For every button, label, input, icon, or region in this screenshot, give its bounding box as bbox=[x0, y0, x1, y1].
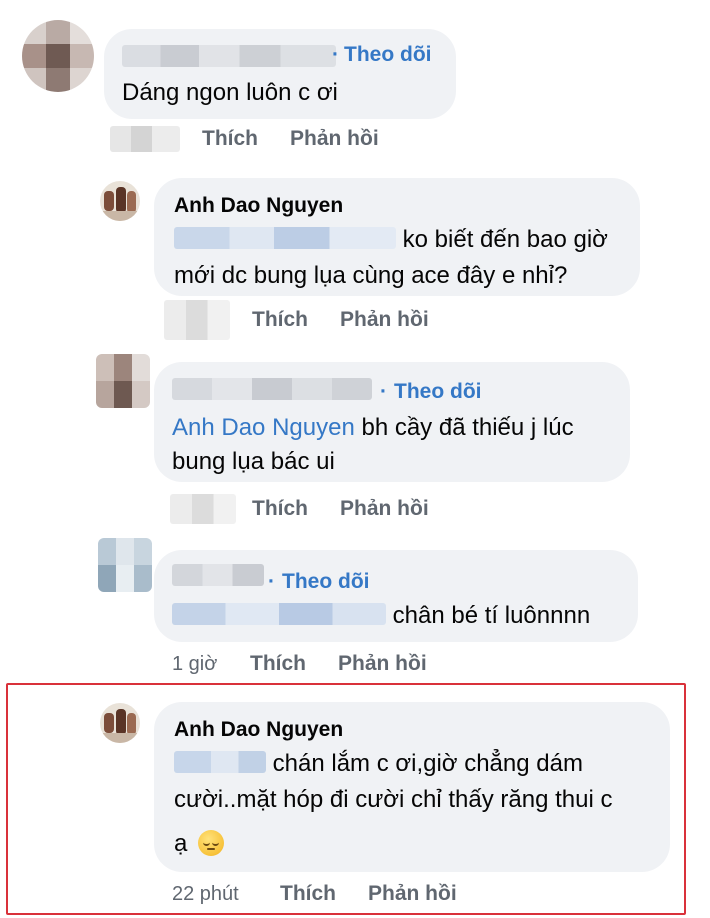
comment-bubble: · Theo dõi Dáng ngon luôn c ơi bbox=[104, 29, 456, 119]
mention-link[interactable] bbox=[172, 603, 386, 625]
comment-bubble: Anh Dao Nguyen chán lắm c ơi,giờ chẳng d… bbox=[154, 702, 670, 872]
follow-button[interactable]: Theo dõi bbox=[282, 570, 370, 594]
author-name[interactable] bbox=[172, 378, 372, 400]
comment-text: chán lắm c ơi,giờ chẳng dám bbox=[174, 746, 583, 782]
comment-bubble: Anh Dao Nguyen ko biết đến bao giờ mới d… bbox=[154, 178, 640, 296]
like-button[interactable]: Thích bbox=[250, 652, 306, 676]
author-name[interactable] bbox=[122, 45, 336, 67]
separator-dot: · bbox=[268, 570, 275, 593]
comment-text-line: bung lụa bác ui bbox=[172, 448, 335, 475]
timestamp[interactable]: 22 phút bbox=[172, 883, 239, 906]
author-name[interactable]: Anh Dao Nguyen bbox=[174, 194, 343, 218]
comment-text: Anh Dao Nguyen bh cầy đã thiếu j lúc bbox=[172, 414, 574, 441]
reply-button[interactable]: Phản hồi bbox=[368, 882, 457, 906]
mention-link[interactable] bbox=[174, 227, 396, 249]
comment-bubble: · Theo dõi Anh Dao Nguyen bh cầy đã thiế… bbox=[154, 362, 630, 482]
timestamp[interactable] bbox=[110, 126, 180, 152]
avatar[interactable] bbox=[98, 538, 152, 592]
reply-button[interactable]: Phản hồi bbox=[340, 497, 429, 521]
mention-link[interactable]: Anh Dao Nguyen bbox=[172, 414, 355, 441]
comment-bubble: · Theo dõi chân bé tí luônnnn bbox=[154, 550, 638, 642]
author-name[interactable]: Anh Dao Nguyen bbox=[174, 718, 343, 742]
timestamp[interactable] bbox=[170, 494, 236, 524]
timestamp[interactable] bbox=[164, 300, 230, 340]
comment-text-line: cười..mặt hóp đi cười chỉ thấy răng thui… bbox=[174, 786, 613, 813]
comment-text: chân bé tí luônnnn bbox=[172, 598, 590, 634]
follow-button[interactable]: Theo dõi bbox=[344, 43, 432, 67]
comment-text-line: mới dc bung lụa cùng ace đây e nhỉ? bbox=[174, 262, 568, 289]
separator-dot: · bbox=[380, 380, 387, 403]
comment-text-line: ạ bbox=[174, 830, 188, 857]
avatar[interactable] bbox=[96, 354, 150, 408]
author-name[interactable] bbox=[172, 564, 264, 586]
comment-text: ko biết đến bao giờ bbox=[174, 222, 608, 258]
avatar[interactable] bbox=[22, 20, 94, 92]
avatar[interactable] bbox=[100, 703, 140, 743]
follow-button[interactable]: Theo dõi bbox=[394, 380, 482, 404]
pensive-face-emoji-icon bbox=[198, 830, 224, 856]
reply-button[interactable]: Phản hồi bbox=[290, 127, 379, 151]
reply-button[interactable]: Phản hồi bbox=[338, 652, 427, 676]
like-button[interactable]: Thích bbox=[252, 308, 308, 332]
like-button[interactable]: Thích bbox=[252, 497, 308, 521]
timestamp[interactable]: 1 giờ bbox=[172, 653, 217, 676]
avatar[interactable] bbox=[100, 181, 140, 221]
separator-dot: · bbox=[332, 43, 339, 66]
mention-link[interactable] bbox=[174, 751, 266, 773]
like-button[interactable]: Thích bbox=[280, 882, 336, 906]
reply-button[interactable]: Phản hồi bbox=[340, 308, 429, 332]
like-button[interactable]: Thích bbox=[202, 127, 258, 151]
comment-text: Dáng ngon luôn c ơi bbox=[122, 79, 338, 106]
